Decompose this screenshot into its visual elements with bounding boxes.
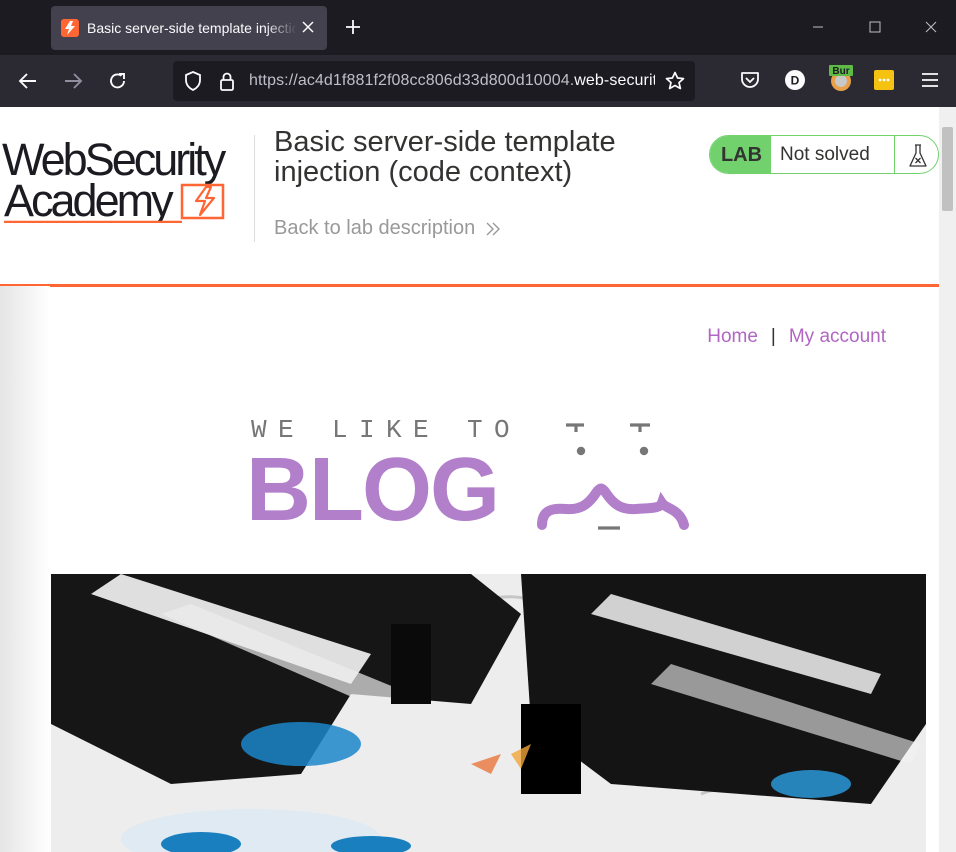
banner-blog-word: BLOG (246, 440, 500, 540)
url-host: web-security-academy.net (574, 72, 655, 89)
window-minimize-icon[interactable] (805, 14, 831, 40)
lab-title: Basic server-side template injection (co… (274, 126, 616, 188)
bookmark-star-icon[interactable] (664, 70, 686, 92)
academy-lab-header: WebSecurity Academy Basic server-side te… (0, 107, 939, 287)
profile-avatar[interactable]: D (782, 67, 808, 93)
blog-hero-image (51, 574, 926, 852)
window-maximize-icon[interactable] (862, 14, 888, 40)
window-close-icon[interactable] (918, 14, 944, 40)
browser-tab-active[interactable]: Basic server-side template injection (co… (51, 6, 327, 50)
we-like-to-blog-banner: WE LIKE TO BLOG (246, 407, 692, 535)
lock-icon[interactable] (216, 70, 238, 92)
header-divider (254, 135, 255, 242)
reload-icon[interactable] (104, 67, 132, 95)
home-link[interactable]: Home (707, 326, 758, 348)
pocket-icon[interactable] (737, 67, 763, 93)
back-link-label: Back to lab description (274, 217, 476, 239)
curly-brace-face-icon (537, 423, 689, 530)
url-scheme: https:// (249, 72, 298, 89)
page-side-shadow (0, 286, 50, 852)
lab-badge: LAB (710, 136, 771, 173)
page-scrollbar-thumb[interactable] (942, 127, 953, 211)
new-tab-plus-icon[interactable] (340, 14, 366, 40)
browser-titlebar: Basic server-side template injection (co… (0, 0, 956, 55)
shield-icon[interactable] (182, 70, 204, 92)
back-to-lab-description-link[interactable]: Back to lab description (274, 217, 501, 240)
flask-icon (894, 136, 938, 173)
tab-title: Basic server-side template injection (co… (87, 20, 297, 36)
tab-close-icon[interactable] (299, 18, 317, 36)
menu-icon[interactable] (917, 67, 943, 93)
lab-status-text: Not solved (780, 144, 870, 165)
web-page: WebSecurity Academy Basic server-side te… (0, 107, 939, 852)
logo-line-2: Academy (4, 175, 174, 223)
url-subdomain: ac4d1f881f2f08cc806d33d800d10004. (297, 72, 575, 89)
site-navigation: Home | My account (707, 326, 886, 348)
double-chevron-right-icon (485, 221, 501, 237)
portswigger-favicon-icon (61, 19, 79, 37)
forward-arrow-icon[interactable] (59, 67, 87, 95)
address-bar[interactable]: https://ac4d1f881f2f08cc806d33d800d10004… (173, 61, 695, 101)
page-scrollbar[interactable] (939, 107, 956, 852)
header-orange-rule (0, 284, 939, 287)
svg-text:Bur: Bur (832, 66, 849, 77)
yellow-extension-icon[interactable] (871, 67, 897, 93)
web-security-academy-logo[interactable]: WebSecurity Academy (0, 131, 252, 226)
my-account-link[interactable]: My account (789, 326, 886, 348)
svg-text:D: D (791, 74, 800, 88)
burp-extension-icon[interactable]: Bur (827, 63, 855, 93)
lab-status-widget: LAB Not solved (709, 135, 939, 174)
url-text[interactable]: https://ac4d1f881f2f08cc806d33d800d10004… (249, 72, 655, 92)
nav-separator: | (770, 326, 776, 347)
back-arrow-icon[interactable] (14, 67, 42, 95)
